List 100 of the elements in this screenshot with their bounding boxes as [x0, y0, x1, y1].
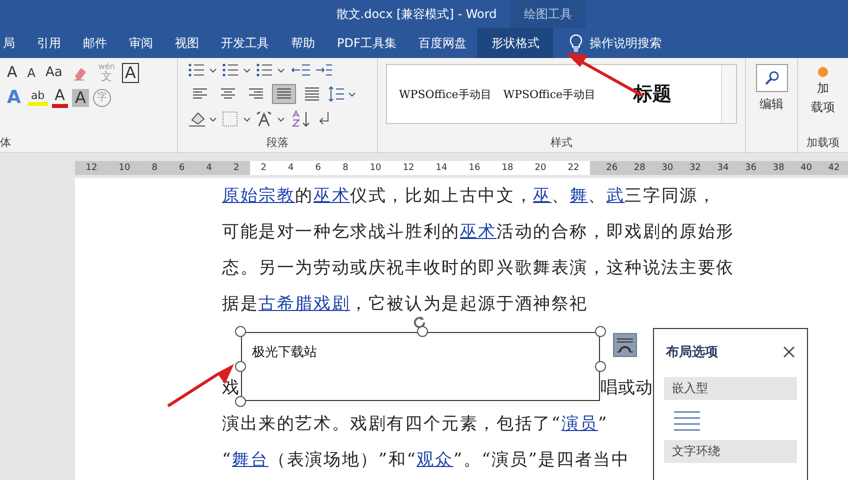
- shading-icon[interactable]: [188, 110, 218, 128]
- ruler-number: 32: [689, 163, 701, 173]
- ribbon-tab[interactable]: 帮助: [280, 28, 326, 58]
- ribbon-tab[interactable]: 局: [0, 28, 26, 58]
- ruler-number: 20: [534, 163, 546, 173]
- ruler-number: 30: [662, 163, 674, 173]
- font-tool-button[interactable]: A: [72, 88, 89, 106]
- ruler-number: 10: [370, 163, 382, 173]
- document-line: 态。另一为劳动或庆祝丰收时的即兴歌舞表演，这种说法主要依: [222, 257, 734, 280]
- close-icon[interactable]: [783, 346, 795, 358]
- hyperlink[interactable]: 巫术: [314, 186, 350, 206]
- indent-icon[interactable]: [290, 62, 334, 78]
- rotate-handle-icon[interactable]: [411, 314, 428, 331]
- group-label: 段落: [266, 135, 290, 150]
- add-ins-button[interactable]: 加 载项: [811, 62, 835, 116]
- section-header: 文字环绕: [664, 440, 797, 463]
- align-button[interactable]: [272, 84, 296, 104]
- ribbon-tab[interactable]: 审阅: [118, 28, 164, 58]
- ruler-number: 8: [342, 163, 348, 173]
- line-spacing-icon[interactable]: [328, 86, 356, 102]
- tell-me-search[interactable]: 操作说明搜索: [583, 28, 668, 58]
- layout-options-icon[interactable]: [613, 333, 637, 357]
- hyperlink[interactable]: 原始宗教: [222, 186, 296, 206]
- hyperlink[interactable]: 巫术: [460, 222, 497, 242]
- group-label: 体: [0, 135, 12, 150]
- section-header: 嵌入型: [664, 377, 797, 400]
- borders-icon[interactable]: [222, 110, 252, 128]
- hyperlink[interactable]: 武: [606, 186, 625, 206]
- ruler-number: 18: [502, 163, 514, 173]
- ribbon-tab[interactable]: 引用: [26, 28, 72, 58]
- list-icon[interactable]: [188, 62, 218, 78]
- font-tool-button[interactable]: Aa: [42, 65, 66, 80]
- ruler-number: 6: [315, 163, 322, 173]
- search-icon: [764, 70, 780, 86]
- hyperlink[interactable]: 古希腊戏剧: [258, 294, 350, 314]
- ruler-number: 4: [206, 163, 212, 173]
- resize-handle[interactable]: [417, 326, 428, 337]
- panel-title: 布局选项: [666, 344, 718, 361]
- ribbon-tab[interactable]: 邮件: [72, 28, 118, 58]
- document-line: 原始宗教的巫术仪式，比如上古中文，巫、舞、武三字同源，: [222, 185, 716, 208]
- ruler-number: 2: [233, 163, 240, 173]
- ruler-number: 34: [717, 163, 729, 173]
- document-text: 唱或动: [600, 377, 653, 400]
- ruler-number: 38: [772, 163, 784, 173]
- resize-handle[interactable]: [235, 361, 246, 372]
- document-line: “舞台（表演场地）”和“观众”。“演员”是四者当中: [222, 449, 630, 472]
- ruler-number: 2: [260, 163, 266, 173]
- window-title: 散文.docx [兼容模式] - Word: [336, 6, 497, 22]
- resize-handle[interactable]: [595, 361, 606, 372]
- context-group-label: 绘图工具: [524, 6, 572, 22]
- font-tool-button[interactable]: A: [52, 87, 68, 108]
- sort-icon[interactable]: [290, 110, 312, 128]
- font-tool-button[interactable]: A: [24, 66, 38, 80]
- lightbulb-icon: [569, 34, 584, 52]
- dot-icon: [817, 66, 829, 78]
- hyperlink[interactable]: 演员: [561, 414, 598, 434]
- ruler-number: 6: [178, 163, 185, 173]
- hyperlink[interactable]: 舞: [570, 186, 588, 206]
- font-tool-button[interactable]: A: [4, 88, 24, 108]
- ribbon-tab[interactable]: PDF工具集: [326, 28, 408, 58]
- align-right-icon: [248, 87, 264, 101]
- list-icon[interactable]: [222, 62, 252, 78]
- ribbon-tab[interactable]: 百度网盘: [407, 28, 478, 58]
- font-tool-button[interactable]: A: [122, 62, 139, 82]
- editing-label: 编辑: [760, 96, 784, 113]
- group-label: 样式: [550, 135, 574, 150]
- ruler-number: 10: [118, 163, 130, 173]
- ruler-number: 22: [568, 163, 580, 173]
- ruler-number: 16: [468, 163, 480, 173]
- hyperlink[interactable]: 舞台: [232, 450, 269, 470]
- ribbon-tab[interactable]: 形状格式: [477, 28, 554, 58]
- document-line: 可能是对一种乞求战斗胜利的巫术活动的合称，即戏剧的原始形: [222, 221, 734, 244]
- ruler-number: 42: [828, 163, 840, 173]
- list-icon[interactable]: [256, 62, 286, 78]
- align-justify-icon: [276, 87, 292, 101]
- ruler-number: 28: [634, 163, 646, 173]
- asian-layout-icon[interactable]: [256, 110, 286, 128]
- text-box-text: 极光下载站: [252, 344, 317, 361]
- group-label: 加载项: [806, 135, 840, 150]
- align-left-icon: [192, 87, 208, 101]
- editing-button[interactable]: [756, 64, 788, 92]
- ruler-number: 8: [152, 163, 158, 173]
- ruler-number: 36: [744, 163, 756, 173]
- ruler-number: 12: [402, 163, 414, 173]
- ruler-number: 26: [606, 163, 618, 173]
- ruler-number: 40: [800, 163, 812, 173]
- font-tool-button[interactable]: ab: [28, 89, 48, 106]
- document-text: 戏: [222, 377, 240, 400]
- ruler-number: 4: [288, 163, 294, 173]
- style-item[interactable]: WPSOffice手动目: [497, 86, 602, 102]
- hyperlink[interactable]: 观众: [416, 450, 454, 470]
- ribbon-tab[interactable]: 开发工具: [210, 28, 280, 58]
- ruler-number: 14: [436, 163, 448, 173]
- style-item[interactable]: WPSOffice手动目: [393, 86, 498, 102]
- ruler-number: 12: [86, 163, 98, 173]
- hyperlink[interactable]: 巫: [533, 186, 552, 206]
- align-distributed-icon: [304, 87, 320, 101]
- ribbon-tab[interactable]: 视图: [164, 28, 210, 58]
- document-line: 演出来的艺术。戏剧有四个元素，包括了“演员”: [222, 413, 608, 436]
- font-tool-button[interactable]: A: [4, 64, 20, 81]
